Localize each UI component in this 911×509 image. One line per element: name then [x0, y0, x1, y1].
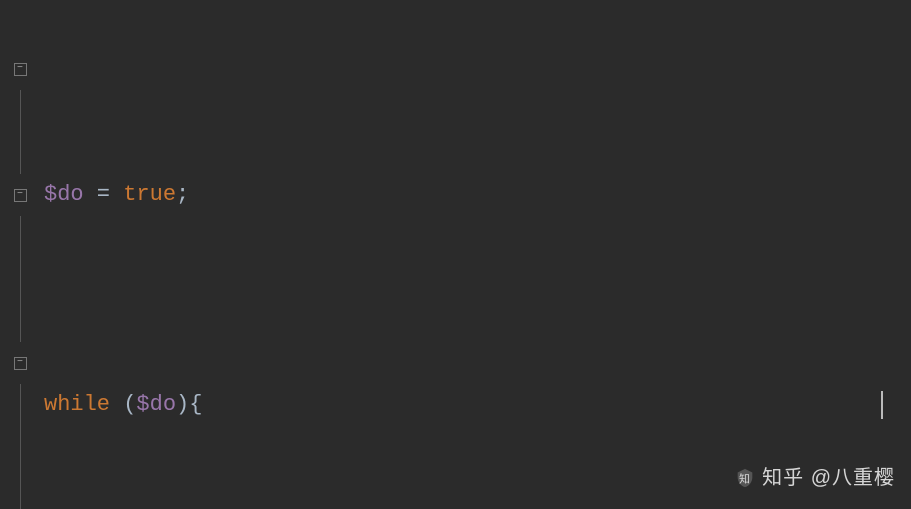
keyword-token: true [123, 182, 176, 207]
keyword-token: while [44, 392, 110, 417]
gutter: − − − [0, 0, 40, 509]
svg-text:知: 知 [739, 472, 751, 486]
text-cursor-icon [881, 391, 883, 419]
code-editor[interactable]: − − − $do = true; while ($do){ $sql = $r… [0, 0, 911, 509]
code-line[interactable]: while ($do){ [44, 384, 911, 426]
fold-toggle-icon[interactable]: − [14, 63, 27, 76]
fold-toggle-icon[interactable]: − [14, 357, 27, 370]
zhihu-logo-icon: 知 [734, 467, 756, 489]
fold-toggle-icon[interactable]: − [14, 189, 27, 202]
watermark: 知 知乎 @八重樱 [734, 457, 895, 499]
watermark-text: 知乎 @八重樱 [762, 457, 895, 499]
variable-token: $do [136, 392, 176, 417]
code-area[interactable]: $do = true; while ($do){ $sql = $redis_o… [40, 0, 911, 509]
variable-token: $do [44, 182, 84, 207]
code-line[interactable]: $do = true; [44, 174, 911, 216]
